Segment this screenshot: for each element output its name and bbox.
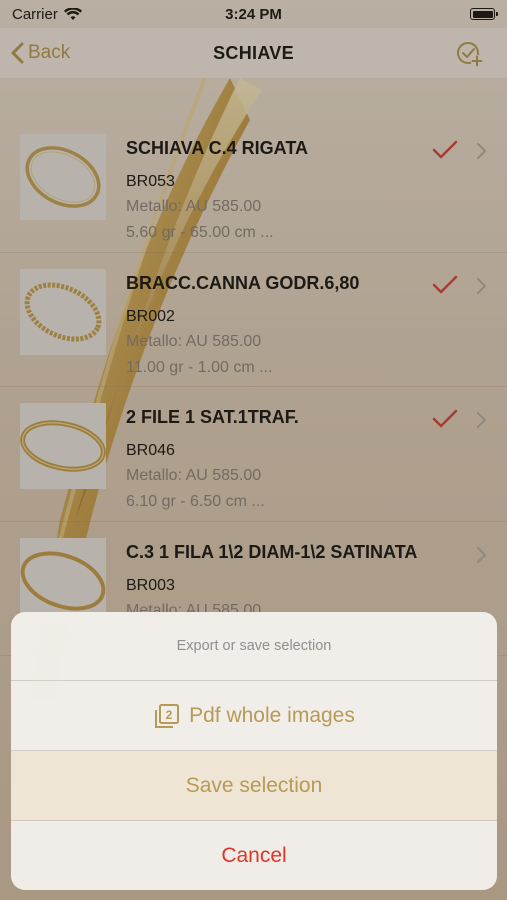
- cancel-button[interactable]: Cancel: [11, 821, 497, 890]
- pdf-whole-images-button[interactable]: 2 Pdf whole images: [11, 681, 497, 751]
- save-selection-button[interactable]: Save selection: [11, 751, 497, 821]
- action-sheet: Export or save selection 2 Pdf whole ima…: [11, 612, 497, 890]
- pdf-button-label: Pdf whole images: [189, 703, 355, 727]
- cancel-button-label: Cancel: [221, 844, 287, 867]
- pdf-pages-icon: 2: [155, 703, 180, 728]
- svg-text:2: 2: [166, 708, 173, 722]
- action-sheet-title: Export or save selection: [11, 612, 497, 681]
- save-button-label: Save selection: [185, 773, 323, 797]
